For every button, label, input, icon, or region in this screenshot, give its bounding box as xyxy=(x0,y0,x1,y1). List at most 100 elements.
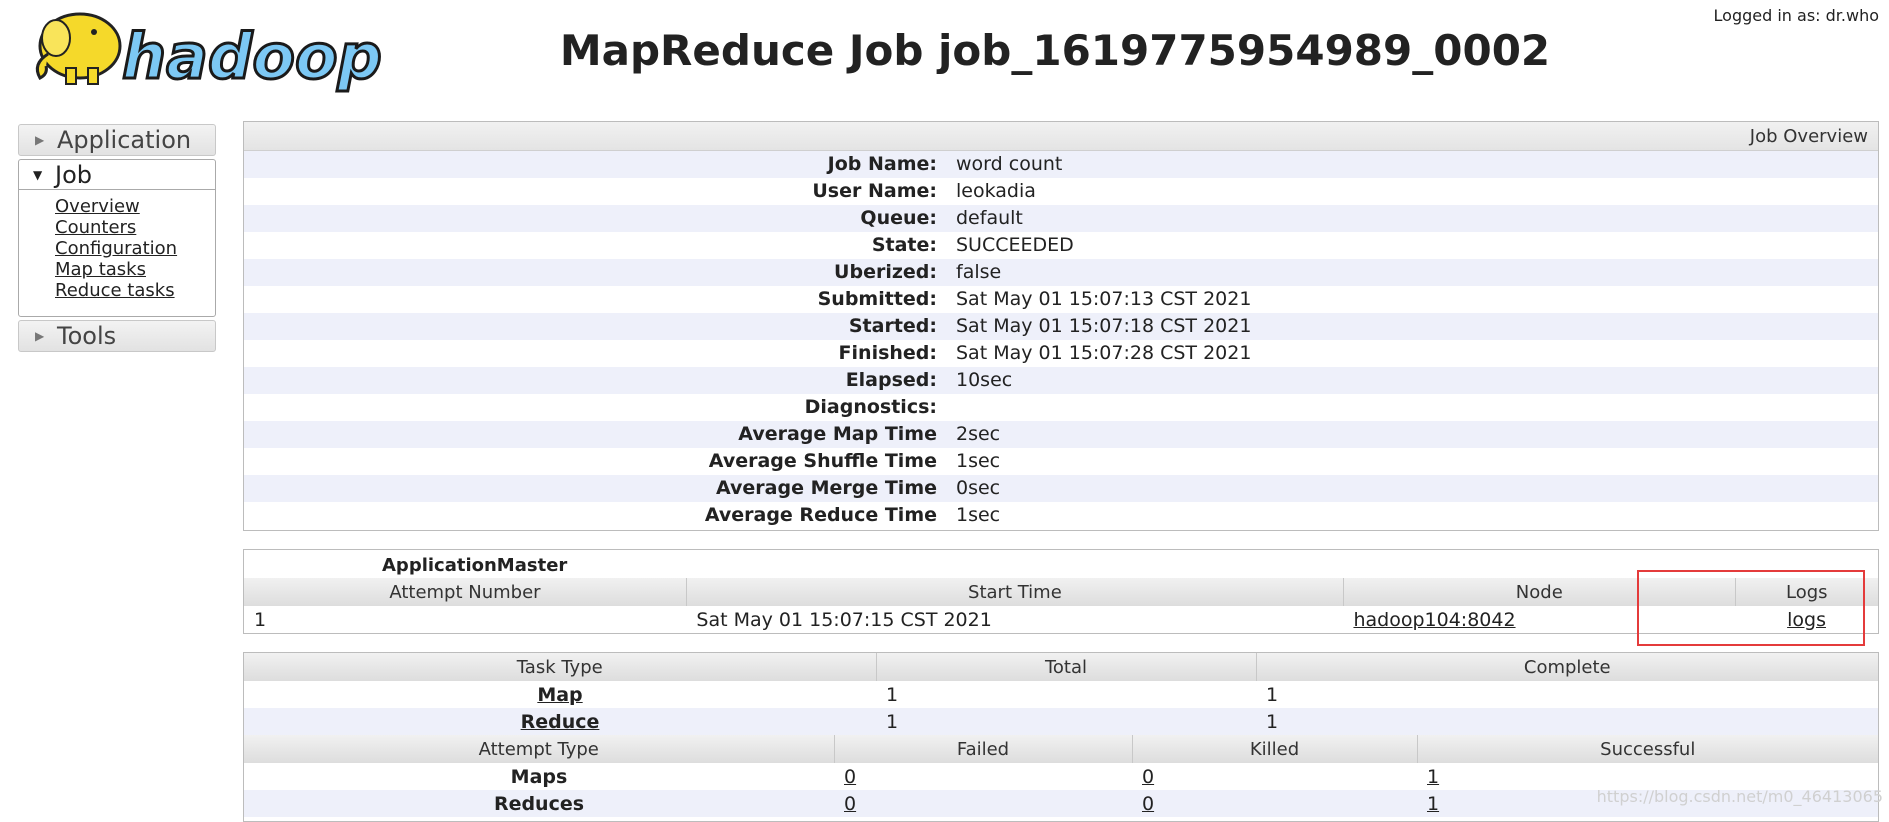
start-time: Sat May 01 15:07:15 CST 2021 xyxy=(696,608,992,631)
col-attempt-number[interactable]: Attempt Number xyxy=(244,578,687,606)
row-value: 0sec xyxy=(956,477,1001,499)
link-counters[interactable]: Counters xyxy=(55,217,215,238)
row-label: Queue: xyxy=(860,207,937,229)
watermark: https://blog.csdn.net/m0_46413065 xyxy=(1596,787,1883,806)
col-task-type[interactable]: Task Type xyxy=(244,653,877,681)
logo-text: hadoop xyxy=(122,20,382,93)
overview-row: Average Shuffle Time 1sec xyxy=(244,448,1878,475)
successful-link[interactable]: 1 xyxy=(1427,793,1439,815)
chevron-right-icon: ▶ xyxy=(35,133,45,147)
map-link[interactable]: Map xyxy=(537,684,582,706)
row-value: 10sec xyxy=(956,369,1013,391)
table-row: Maps 0 0 1 xyxy=(244,763,1878,790)
complete-cell: 1 xyxy=(1266,683,1279,706)
overview-row: Diagnostics: xyxy=(244,394,1878,421)
failed-link[interactable]: 0 xyxy=(844,793,856,815)
sidebar-item-label: Tools xyxy=(57,322,117,350)
row-label: State: xyxy=(871,234,937,256)
overview-row: Finished: Sat May 01 15:07:28 CST 2021 xyxy=(244,340,1878,367)
sidebar-item-application[interactable]: ▶ Application xyxy=(18,124,216,156)
col-complete[interactable]: Complete xyxy=(1256,653,1878,681)
row-value: SUCCEEDED xyxy=(956,234,1074,256)
killed-cell: 0 xyxy=(1132,790,1417,817)
complete-cell: 1 xyxy=(1256,708,1878,735)
link-configuration[interactable]: Configuration xyxy=(55,238,215,259)
col-total[interactable]: Total xyxy=(876,653,1257,681)
overview-row: Job Name: word count xyxy=(244,151,1878,178)
successful-cell: 1 xyxy=(1417,763,1878,790)
row-value xyxy=(951,394,1878,421)
successful-link[interactable]: 1 xyxy=(1427,766,1439,788)
row-value: Sat May 01 15:07:28 CST 2021 xyxy=(956,342,1252,364)
row-label: Started: xyxy=(848,315,937,337)
overview-row: Uberized: false xyxy=(244,259,1878,286)
job-overview-heading: Job Overview xyxy=(244,122,1878,151)
chevron-down-icon: ▼ xyxy=(33,168,43,182)
sidebar-item-label: Job xyxy=(55,161,92,189)
killed-link[interactable]: 0 xyxy=(1142,766,1154,788)
row-value: 1sec xyxy=(956,450,1001,472)
sidebar-item-label: Application xyxy=(57,126,192,154)
am-table: Attempt Number Start Time Node Logs 1 Sa… xyxy=(244,578,1878,633)
col-attempt-type[interactable]: Attempt Type xyxy=(244,735,835,763)
row-label: Finished: xyxy=(838,342,937,364)
overview-row: Average Merge Time 0sec xyxy=(244,475,1878,502)
row-value: 1sec xyxy=(956,504,1001,526)
overview-row: Queue: default xyxy=(244,205,1878,232)
reduce-link[interactable]: Reduce xyxy=(521,711,600,733)
col-killed[interactable]: Killed xyxy=(1132,735,1418,763)
logged-in-label: Logged in as: dr.who xyxy=(1713,6,1879,25)
highlight-box xyxy=(1637,570,1865,646)
row-value: false xyxy=(956,261,1002,283)
killed-link[interactable]: 0 xyxy=(1142,793,1154,815)
row-label: Job Name: xyxy=(827,153,937,175)
sidebar-item-job[interactable]: ▼ Job xyxy=(19,160,215,190)
elephant-icon: hadoop xyxy=(35,12,383,95)
overview-row: Average Reduce Time 1sec xyxy=(244,502,1878,529)
overview-row: Elapsed: 10sec xyxy=(244,367,1878,394)
sidebar-job-section: ▼ Job Overview Counters Configuration Ma… xyxy=(18,159,216,317)
attempt-number: 1 xyxy=(254,608,267,631)
failed-link[interactable]: 0 xyxy=(844,766,856,788)
application-master-panel: ApplicationMaster Attempt Number Start T… xyxy=(243,549,1879,634)
am-title: ApplicationMaster xyxy=(382,555,568,576)
hadoop-logo[interactable]: hadoop xyxy=(18,4,398,96)
total-cell: 1 xyxy=(876,708,1256,735)
node-link[interactable]: hadoop104:8042 xyxy=(1353,609,1515,631)
row-value: 2sec xyxy=(956,423,1001,445)
chevron-right-icon: ▶ xyxy=(35,329,45,343)
total-cell: 1 xyxy=(886,683,899,706)
link-overview[interactable]: Overview xyxy=(55,196,215,217)
killed-cell: 0 xyxy=(1132,763,1417,790)
row-label: User Name: xyxy=(812,180,937,202)
overview-row: User Name: leokadia xyxy=(244,178,1878,205)
link-map-tasks[interactable]: Map tasks xyxy=(55,259,215,280)
col-start-time[interactable]: Start Time xyxy=(686,578,1344,606)
row-label: Average Merge Time xyxy=(715,477,937,499)
row-value: Sat May 01 15:07:13 CST 2021 xyxy=(956,288,1252,310)
sidebar-item-tools[interactable]: ▶ Tools xyxy=(18,320,216,352)
page-title: MapReduce Job job_1619775954989_0002 xyxy=(559,26,1551,75)
job-overview-panel: Job Overview Job Name: word count User Na… xyxy=(243,121,1879,531)
attempt-type-cell: Maps xyxy=(510,765,568,788)
failed-cell: 0 xyxy=(834,763,1132,790)
overview-row: State: SUCCEEDED xyxy=(244,232,1878,259)
row-value: default xyxy=(956,207,1023,229)
tasks-table: Task Type Total Complete Map 1 1 Reduce … xyxy=(244,653,1878,735)
row-label: Average Shuffle Time xyxy=(708,450,937,472)
overview-row: Submitted: Sat May 01 15:07:13 CST 2021 xyxy=(244,286,1878,313)
table-row: Reduce 1 1 xyxy=(244,708,1878,735)
link-reduce-tasks[interactable]: Reduce tasks xyxy=(55,280,215,301)
overview-row: Started: Sat May 01 15:07:18 CST 2021 xyxy=(244,313,1878,340)
col-successful[interactable]: Successful xyxy=(1417,735,1878,763)
row-label: Uberized: xyxy=(834,261,937,283)
col-failed[interactable]: Failed xyxy=(834,735,1133,763)
row-value: Sat May 01 15:07:18 CST 2021 xyxy=(956,315,1252,337)
row-label: Submitted: xyxy=(817,288,937,310)
row-label: Average Reduce Time xyxy=(704,504,937,526)
overview-row: Average Map Time 2sec xyxy=(244,421,1878,448)
failed-cell: 0 xyxy=(834,790,1132,817)
row-value: word count xyxy=(956,153,1063,175)
row-label: Average Map Time xyxy=(738,423,937,445)
row-value: leokadia xyxy=(956,180,1036,202)
